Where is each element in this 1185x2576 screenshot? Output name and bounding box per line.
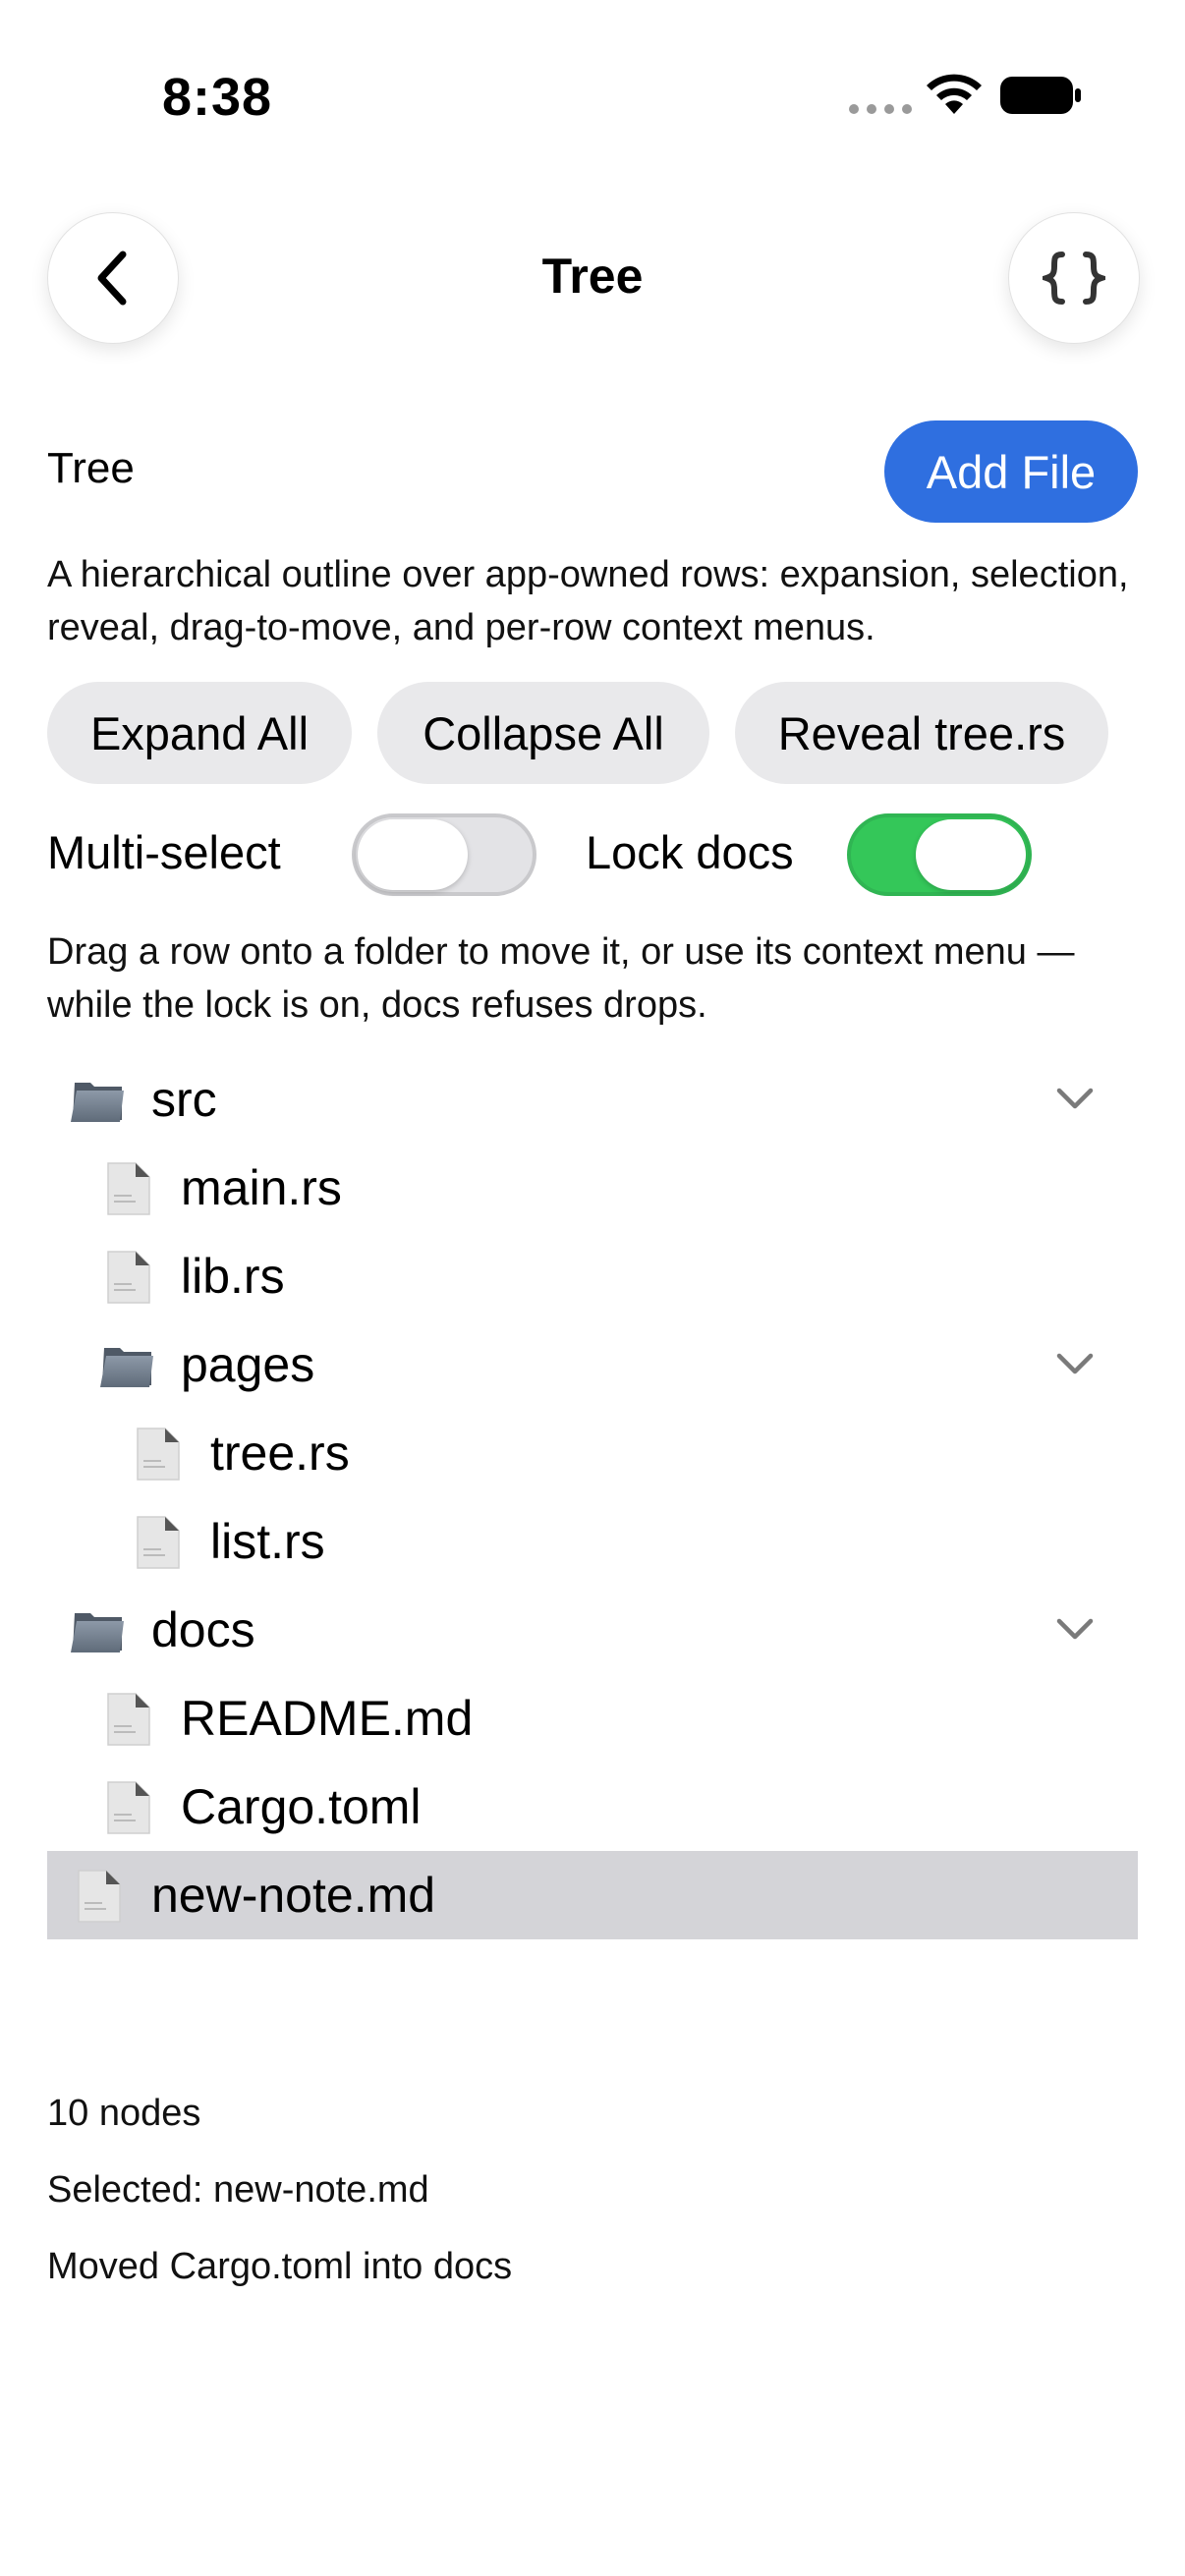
description-text: A hierarchical outline over app-owned ro… <box>47 554 1129 648</box>
tree-file-row[interactable]: Cargo.toml <box>47 1763 1138 1851</box>
status-bar: 8:38 <box>0 0 1185 187</box>
tree-file-row[interactable]: tree.rs <box>47 1409 1138 1497</box>
tree-row-label: docs <box>151 1602 255 1657</box>
cellular-signal-icon <box>849 104 912 114</box>
folder-icon <box>69 1603 128 1658</box>
file-icon <box>98 1250 157 1305</box>
file-icon <box>98 1161 157 1216</box>
tree-file-row[interactable]: README.md <box>47 1674 1138 1763</box>
toggle-knob <box>916 819 1026 890</box>
lock-docs-label: Lock docs <box>586 826 794 878</box>
multi-select-label: Multi-select <box>47 826 281 878</box>
tree-row-label: tree.rs <box>210 1426 350 1481</box>
chevron-down-icon[interactable] <box>1055 1615 1095 1643</box>
tree-row-label: src <box>151 1072 217 1127</box>
file-icon <box>128 1427 187 1482</box>
battery-icon <box>1000 77 1081 114</box>
tree-folder-row[interactable]: docs <box>47 1586 1138 1674</box>
tree-row-label: Cargo.toml <box>181 1779 422 1834</box>
folder-icon <box>69 1073 128 1128</box>
tree-row-label: lib.rs <box>181 1249 285 1304</box>
braces-icon <box>1043 252 1105 305</box>
node-count: 10 nodes <box>47 2093 201 2134</box>
action-buttons: Expand All Collapse All Reveal tree.rs <box>47 682 1108 784</box>
add-file-button[interactable]: Add File <box>884 420 1138 523</box>
section-title: Tree <box>47 444 135 492</box>
lock-docs-toggle[interactable] <box>847 813 1032 896</box>
chevron-down-icon[interactable] <box>1055 1085 1095 1112</box>
toggle-row: Multi-select Lock docs <box>47 812 1148 900</box>
tree-outline: src main.rs lib.rs pages tree.rs list.rs docs R… <box>47 1055 1138 1939</box>
tree-file-row[interactable]: main.rs <box>47 1144 1138 1232</box>
tree-row-label: pages <box>181 1337 315 1392</box>
collapse-all-button[interactable]: Collapse All <box>377 682 709 784</box>
file-icon <box>98 1780 157 1835</box>
chevron-down-icon[interactable] <box>1055 1350 1095 1377</box>
tree-row-label: README.md <box>181 1691 474 1746</box>
file-icon <box>98 1692 157 1747</box>
tree-file-row[interactable]: new-note.md <box>47 1851 1138 1939</box>
hint-text: Drag a row onto a folder to move it, or … <box>47 931 1075 1026</box>
wifi-icon <box>927 74 982 114</box>
tree-row-label: new-note.md <box>151 1868 436 1923</box>
tree-file-row[interactable]: lib.rs <box>47 1232 1138 1320</box>
multi-select-toggle[interactable] <box>352 813 536 896</box>
status-time: 8:38 <box>162 68 273 127</box>
last-action-status: Moved Cargo.toml into docs <box>47 2246 513 2287</box>
selected-status: Selected: new-note.md <box>47 2169 429 2211</box>
tree-file-row[interactable]: list.rs <box>47 1497 1138 1586</box>
file-icon <box>69 1869 128 1924</box>
tree-folder-row[interactable]: src <box>47 1055 1138 1144</box>
tree-row-label: list.rs <box>210 1514 325 1569</box>
reveal-button[interactable]: Reveal tree.rs <box>735 682 1108 784</box>
file-icon <box>128 1515 187 1570</box>
tree-folder-row[interactable]: pages <box>47 1320 1138 1409</box>
tree-row-label: main.rs <box>181 1160 342 1215</box>
code-button[interactable] <box>1008 212 1140 344</box>
toggle-knob <box>358 819 468 890</box>
expand-all-button[interactable]: Expand All <box>47 682 352 784</box>
folder-icon <box>98 1338 157 1393</box>
